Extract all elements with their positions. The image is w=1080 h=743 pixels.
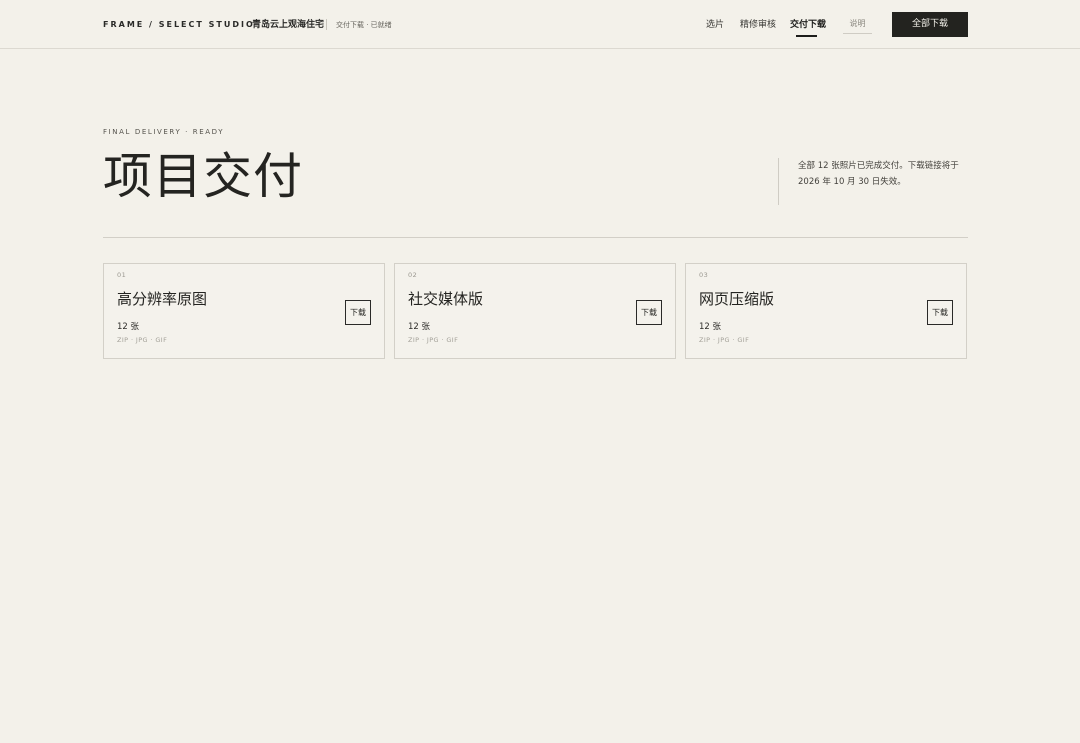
package-number: 01 [117,271,127,279]
package-number: 03 [699,271,709,279]
package-formats: ZIP · JPG · GIF [117,336,168,344]
package-title: 网页压缩版 [699,290,775,308]
section-divider [103,237,968,238]
nav-tab-select[interactable]: 选片 [706,18,724,32]
page-title: 项目交付 [103,148,304,205]
delivery-status: 交付下载 · 已就绪 [336,21,392,29]
delivery-note-line-1: 全部 12 张照片已完成交付。下载链接将于 [798,161,959,171]
package-card-hires: 01 高分辨率原图 12 张 ZIP · JPG · GIF 下载 [103,263,385,359]
package-card-web: 03 网页压缩版 12 张 ZIP · JPG · GIF 下载 [685,263,967,359]
package-count: 12 张 [117,322,140,332]
project-name: 青岛云上观海住宅 [252,20,325,30]
package-card-social: 02 社交媒体版 12 张 ZIP · JPG · GIF 下载 [394,263,676,359]
package-formats: ZIP · JPG · GIF [699,336,750,344]
package-count: 12 张 [699,322,722,332]
download-social-button[interactable]: 下载 [636,300,662,325]
download-web-button[interactable]: 下载 [927,300,953,325]
hero-divider [778,158,779,205]
download-all-button[interactable]: 全部下载 [892,12,968,37]
section-eyebrow: FINAL DELIVERY · READY [103,128,225,136]
brand-logo[interactable]: FRAME / SELECT STUDIO [103,19,255,31]
header-divider [326,19,327,30]
top-bar: FRAME / SELECT STUDIO 青岛云上观海住宅 交付下载 · 已就… [0,0,1080,49]
download-hires-button[interactable]: 下载 [345,300,371,325]
package-count: 12 张 [408,322,431,332]
delivery-note-line-2: 2026 年 10 月 30 日失效。 [798,177,906,187]
package-formats: ZIP · JPG · GIF [408,336,459,344]
nav-tab-delivery-download[interactable]: 交付下载 [790,18,826,32]
package-title: 高分辨率原图 [117,290,208,308]
package-number: 02 [408,271,418,279]
nav-tab-retouch-review[interactable]: 精修审核 [740,18,776,32]
help-button[interactable]: 说明 [843,14,872,34]
package-title: 社交媒体版 [408,290,484,308]
delivery-note: 全部 12 张照片已完成交付。下载链接将于 2026 年 10 月 30 日失效… [798,158,968,190]
active-tab-indicator [796,35,817,37]
